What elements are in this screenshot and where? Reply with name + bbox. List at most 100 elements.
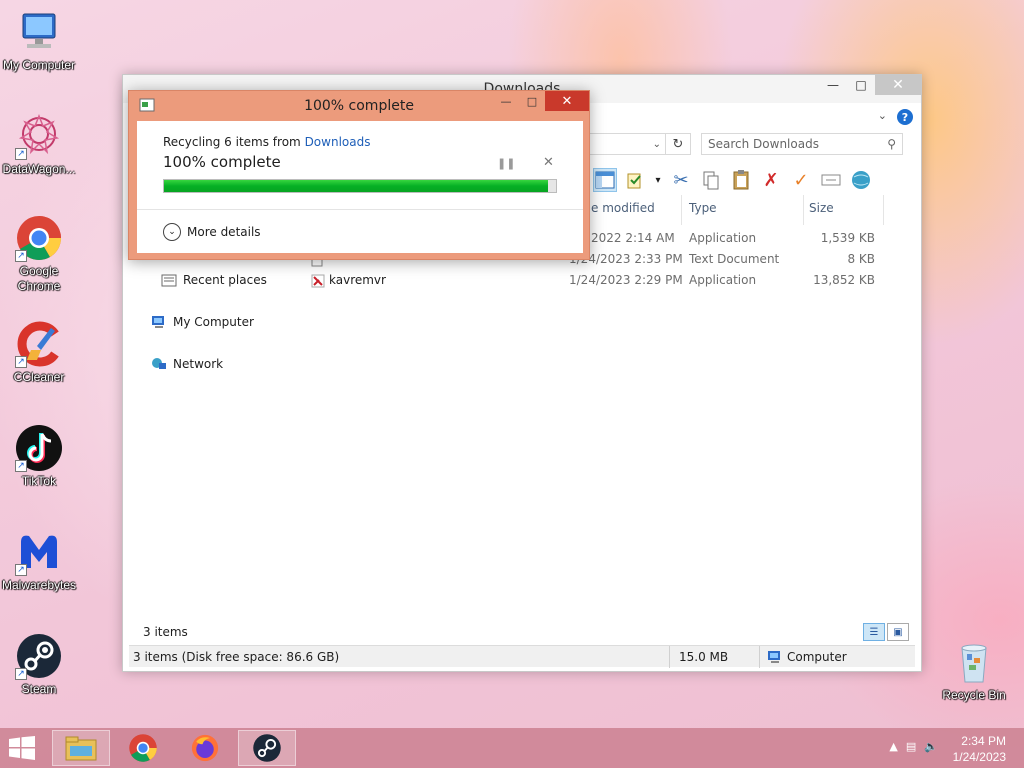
network-icon[interactable]: ▤: [906, 740, 916, 753]
progress-bar-fill: [164, 180, 549, 192]
column-header-date[interactable]: e modified: [591, 201, 655, 215]
ccleaner-icon: ↗: [15, 320, 63, 368]
status-bar: 3 items (Disk free space: 86.6 GB) 15.0 …: [129, 645, 915, 668]
clock-date: 1/24/2023: [952, 750, 1006, 764]
help-icon[interactable]: ?: [897, 109, 913, 125]
item-count: 3 items: [143, 625, 188, 639]
shortcut-arrow-icon: ↗: [15, 668, 27, 680]
paste-icon[interactable]: [729, 168, 753, 192]
maximize-button[interactable]: □: [847, 75, 875, 95]
file-date: 2022 2:14 AM: [591, 231, 675, 245]
copy-icon[interactable]: [699, 168, 723, 192]
computer-icon: [152, 316, 164, 328]
maximize-button[interactable]: □: [519, 91, 545, 111]
minimize-button[interactable]: —: [493, 91, 519, 111]
recycle-progress-dialog: 100% complete — □ ✕ Recycling 6 items fr…: [128, 90, 590, 260]
computer-icon: [768, 651, 780, 663]
large-icons-view-icon[interactable]: ▣: [887, 623, 909, 641]
file-row[interactable]: kavremvr 1/24/2023 2:29 PM Application 1…: [295, 271, 895, 291]
desktop-icon-steam[interactable]: ↗ Steam: [0, 632, 78, 697]
status-summary: 3 items (Disk free space: 86.6 GB): [133, 650, 340, 664]
more-details-toggle[interactable]: ⌄ More details: [163, 223, 261, 241]
dialog-window-controls: — □ ✕: [493, 91, 589, 111]
start-button[interactable]: [8, 736, 38, 762]
cut-icon[interactable]: ✂: [669, 168, 693, 192]
source-folder-link[interactable]: Downloads: [305, 135, 371, 149]
status-separator: [759, 646, 760, 668]
rename-icon[interactable]: [819, 168, 843, 192]
desktop-icon-malwarebytes[interactable]: ↗ Malwarebytes: [0, 528, 78, 593]
nav-item-my-computer[interactable]: My Computer: [151, 315, 254, 329]
minimize-button[interactable]: —: [819, 75, 847, 95]
details-view-icon[interactable]: ☰: [863, 623, 885, 641]
check-icon[interactable]: ✓: [789, 168, 813, 192]
cancel-icon[interactable]: ✕: [543, 155, 554, 170]
desktop-icon-my-computer[interactable]: My Computer: [0, 8, 78, 73]
nav-label: Network: [173, 357, 224, 371]
operation-text: Recycling 6 items from: [163, 135, 305, 149]
kaspersky-app-icon: [311, 274, 325, 288]
desktop-icon-label: Google Chrome: [17, 264, 61, 293]
status-separator: [669, 646, 670, 668]
column-separator: [883, 195, 884, 225]
taskbar-file-explorer[interactable]: [52, 730, 110, 766]
close-button[interactable]: ✕: [875, 75, 921, 95]
recycle-bin-icon: [950, 638, 998, 686]
desktop-icon-label: Recycle Bin: [942, 688, 1006, 702]
steam-icon: [253, 734, 281, 762]
dropdown-arrow-icon[interactable]: ▾: [653, 168, 663, 192]
tiktok-icon: ↗: [15, 424, 63, 472]
folder-icon: [65, 736, 97, 761]
network-icon: [152, 358, 166, 369]
taskbar-steam[interactable]: [238, 730, 296, 766]
search-placeholder: Search Downloads: [708, 137, 819, 151]
shortcut-arrow-icon: ↗: [15, 250, 27, 262]
taskbar-clock[interactable]: 2:34 PM 1/24/2023: [953, 733, 1006, 765]
nav-item-recent-places[interactable]: Recent places: [161, 273, 267, 287]
delete-icon[interactable]: ✗: [759, 168, 783, 192]
shortcut-arrow-icon: ↗: [15, 564, 27, 576]
dialog-title-bar[interactable]: 100% complete — □ ✕: [129, 91, 589, 121]
desktop-icon-label: TikTok: [21, 474, 57, 488]
taskbar: ▲ ▤ 🔈 2:34 PM 1/24/2023: [0, 728, 1024, 768]
refresh-button[interactable]: ↻: [665, 133, 691, 155]
desktop-icon-label: Steam: [21, 682, 57, 696]
desktop-icon-google-chrome[interactable]: ↗ Google Chrome: [0, 214, 78, 294]
desktop-icon-label: Malwarebytes: [1, 578, 77, 592]
file-size: 8 KB: [847, 252, 875, 266]
chevron-down-icon: ⌄: [163, 223, 181, 241]
address-dropdown-icon[interactable]: ⌄: [653, 139, 661, 150]
desktop-icon-label: CCleaner: [13, 370, 65, 384]
desktop-icon-datawagon[interactable]: ↗ DataWagon...: [0, 112, 78, 177]
malwarebytes-icon: ↗: [15, 528, 63, 576]
desktop-icon-tiktok[interactable]: ↗ TikTok: [0, 424, 78, 489]
system-tray: ▲ ▤ 🔈: [889, 740, 938, 753]
status-size: 15.0 MB: [679, 650, 729, 664]
column-header-type[interactable]: Type: [689, 201, 717, 215]
properties-icon[interactable]: [623, 168, 647, 192]
shortcut-arrow-icon: ↗: [15, 460, 27, 472]
search-input[interactable]: Search Downloads ⚲: [701, 133, 903, 155]
volume-icon[interactable]: 🔈: [924, 740, 938, 753]
taskbar-chrome[interactable]: [114, 730, 172, 766]
desktop-icon-label: DataWagon...: [2, 162, 76, 176]
file-type: Application: [689, 231, 757, 245]
file-type: Text Document: [689, 252, 780, 266]
taskbar-firefox[interactable]: [176, 730, 234, 766]
close-button[interactable]: ✕: [545, 91, 589, 111]
desktop-icon-recycle-bin[interactable]: Recycle Bin: [942, 638, 1006, 703]
file-name: kavremvr: [329, 273, 386, 287]
desktop-icon-ccleaner[interactable]: ↗ CCleaner: [0, 320, 78, 385]
percent-complete-text: 100% complete: [163, 153, 281, 171]
show-hidden-icons-icon[interactable]: ▲: [889, 740, 897, 753]
file-size: 1,539 KB: [820, 231, 875, 245]
chevron-down-icon[interactable]: ⌄: [878, 109, 887, 122]
desktop-icon-label: My Computer: [2, 58, 76, 72]
pause-icon[interactable]: ❚❚: [497, 157, 515, 170]
shortcut-arrow-icon: ↗: [15, 148, 27, 160]
column-header-size[interactable]: Size: [809, 201, 834, 215]
preview-pane-icon[interactable]: [593, 168, 617, 192]
globe-icon[interactable]: [849, 168, 873, 192]
nav-item-network[interactable]: Network: [151, 357, 223, 371]
recent-places-icon: [161, 274, 177, 287]
